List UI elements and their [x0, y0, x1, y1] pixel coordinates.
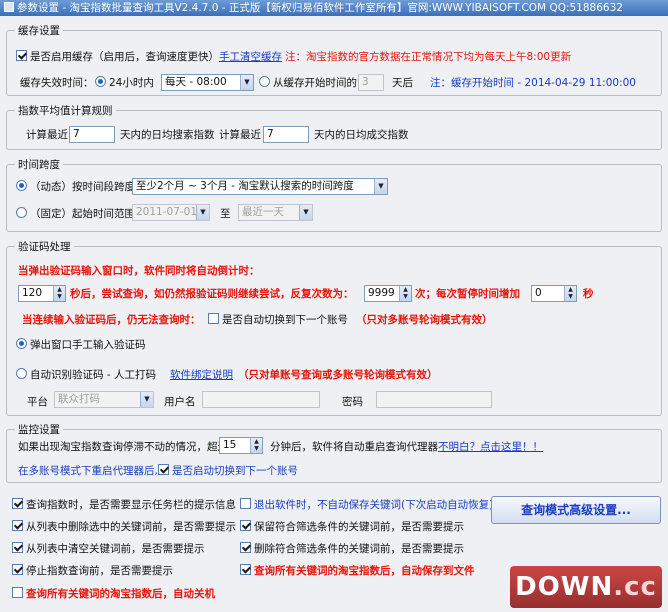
username-input[interactable] — [202, 391, 320, 408]
switch-account-checkbox[interactable]: 是否自动切换到下一个账号 — [208, 313, 348, 327]
watermark-logo: DOWN.cc — [510, 566, 662, 608]
username-label: 用户名 — [164, 396, 196, 408]
checkbox-box[interactable] — [12, 564, 23, 575]
advanced-query-settings-button[interactable]: 查询模式高级设置... — [491, 496, 661, 524]
countdown-seconds-input[interactable]: 120 ▲ ▼ — [18, 285, 66, 302]
checkbox-box[interactable] — [12, 520, 23, 531]
days-after-label: 天后 — [392, 77, 413, 89]
spin-arrows-icon[interactable]: ▲ ▼ — [399, 286, 411, 301]
dynamic-span-select[interactable]: 至少2个月 ~ 3个月 - 淘宝默认搜索的时间跨度 ▼ — [132, 178, 388, 195]
window-title: 参数设置 - 淘宝指数批量查询工具V2.4.7.0 - 正式版【新权归易佰软件工… — [17, 2, 623, 14]
app-icon — [4, 2, 14, 12]
switch-account-note: （只对多账号轮询模式有效） — [356, 314, 493, 326]
restart-switch-checkbox[interactable]: 是否启动切换到下一个账号 — [158, 464, 298, 478]
option-confirm-clear-list[interactable]: 从列表中清空关键词前，是否需要提示 — [12, 542, 205, 556]
increase-text: 次；每次暂停时间增加 — [415, 288, 520, 300]
checkbox-box[interactable] — [208, 313, 219, 324]
captcha-legend: 验证码处理 — [15, 239, 74, 254]
cache-legend: 缓存设置 — [15, 23, 63, 38]
fixed-span-radio[interactable]: （固定）起始时间范围 — [16, 207, 135, 221]
platform-select[interactable]: 联众打码 ▼ — [54, 391, 154, 408]
retry-count-input[interactable]: 9999 ▲ ▼ — [364, 285, 412, 302]
seconds-unit: 秒 — [583, 288, 594, 300]
spin-arrows-icon[interactable]: ▲ ▼ — [250, 438, 262, 453]
expire-label: 缓存失效时间： — [20, 77, 94, 89]
radio-dot[interactable] — [16, 180, 27, 191]
expire-days-input[interactable]: 3 — [358, 74, 384, 91]
monitor-text-after: 分钟后，软件将自动重启查询代理器 — [270, 441, 438, 453]
platform-label: 平台 — [27, 396, 48, 408]
multi-account-label: 在多账号模式下重启代理器后, — [18, 465, 158, 477]
clear-cache-link[interactable]: 手工清空缓存 — [219, 50, 282, 64]
monitor-help-link[interactable]: 不明白？点击这里！！ — [438, 440, 543, 454]
chevron-down-icon[interactable]: ▼ — [299, 205, 312, 220]
time-span-group: 时间跨度 — [6, 157, 662, 232]
checkbox-box[interactable] — [240, 520, 251, 531]
time-span-legend: 时间跨度 — [15, 157, 63, 172]
retry-text: 秒后，尝试查询，如仍然报验证码则继续尝试，反复次数为： — [70, 288, 354, 300]
option-no-autosave-on-exit[interactable]: 退出软件时，不自动保存关键词(下次启动自动恢复) — [240, 498, 493, 512]
monitor-text-before: 如果出现淘宝指数查询停滞不动的情况，超过 — [18, 441, 228, 453]
chevron-down-icon[interactable]: ▼ — [196, 205, 209, 220]
cache-update-note: 注：淘宝指数的官方数据在正常情况下均为每天上午8:00更新 — [285, 51, 572, 63]
password-input[interactable] — [376, 391, 492, 408]
option-show-tray-tip[interactable]: 查询指数时，是否需要显示任务栏的提示信息 — [12, 498, 236, 512]
checkbox-box[interactable] — [16, 50, 27, 61]
increase-seconds-input[interactable]: 0 ▲ ▼ — [531, 285, 577, 302]
fixed-to-select[interactable]: 最近一天 ▼ — [238, 204, 313, 221]
enable-cache-checkbox[interactable]: 是否启用缓存（启用后，查询速度更快） — [16, 50, 219, 64]
radio-dot[interactable] — [95, 76, 106, 87]
option-confirm-delete-filtered[interactable]: 删除符合筛选条件的关键词前，是否需要提示 — [240, 542, 464, 556]
deal-days-input[interactable]: 7 — [263, 126, 309, 143]
checkbox-box[interactable] — [158, 464, 169, 475]
option-shutdown-after-query[interactable]: 查询所有关键词的淘宝指数后，自动关机 — [12, 587, 215, 601]
manual-captcha-radio[interactable]: 弹出窗口手工输入验证码 — [16, 338, 146, 352]
calc-recent-label-2: 计算最近 — [219, 129, 261, 141]
radio-dot[interactable] — [259, 76, 270, 87]
captcha-intro: 当弹出验证码输入窗口时，软件同时将自动倒计时： — [18, 265, 260, 277]
auto-captcha-radio[interactable]: 自动识别验证码 - 人工打码 — [16, 368, 156, 382]
daily-time-select[interactable]: 每天 - 08:00 ▼ — [161, 74, 254, 91]
expire-24h-radio[interactable]: 24小时内 — [95, 76, 154, 90]
auto-captcha-note: （只对单账号查询或多账号轮询模式有效） — [238, 369, 438, 381]
checkbox-box[interactable] — [240, 498, 251, 509]
monitor-minutes-input[interactable]: 15 ▲ ▼ — [219, 437, 263, 454]
chevron-down-icon[interactable]: ▼ — [374, 179, 387, 194]
fail-text: 当连续输入验证码后，仍无法查询时： — [22, 314, 201, 326]
radio-dot[interactable] — [16, 368, 27, 379]
option-autosave-after-query[interactable]: 查询所有关键词的淘宝指数后，自动保存到文件 — [240, 564, 475, 578]
expire-from-start-radio[interactable]: 从缓存开始时间的 — [259, 76, 357, 90]
fixed-from-date[interactable]: 2011-07-01 ▼ — [132, 204, 210, 221]
radio-dot[interactable] — [16, 338, 27, 349]
checkbox-box[interactable] — [12, 542, 23, 553]
search-suffix-label: 天内的日均搜索指数 — [120, 129, 215, 141]
radio-dot[interactable] — [16, 207, 27, 218]
chevron-down-icon[interactable]: ▼ — [140, 392, 153, 407]
deal-suffix-label: 天内的日均成交指数 — [314, 129, 409, 141]
checkbox-box[interactable] — [240, 564, 251, 575]
monitor-legend: 监控设置 — [15, 422, 63, 437]
average-legend: 指数平均值计算规则 — [15, 103, 116, 118]
option-confirm-keep-filtered[interactable]: 保留符合筛选条件的关键词前，是否需要提示 — [240, 520, 464, 534]
window-titlebar: 参数设置 - 淘宝指数批量查询工具V2.4.7.0 - 正式版【新权归易佰软件工… — [0, 0, 668, 16]
dynamic-span-radio[interactable]: （动态）按时间段跨度 — [16, 180, 135, 194]
chevron-down-icon[interactable]: ▼ — [240, 75, 253, 90]
calc-recent-label-1: 计算最近 — [26, 129, 68, 141]
spin-arrows-icon[interactable]: ▲ ▼ — [53, 286, 65, 301]
password-label: 密码 — [342, 396, 363, 408]
binding-help-link[interactable]: 软件绑定说明 — [170, 368, 233, 382]
option-confirm-delete-selected[interactable]: 从列表中删除选中的关键词前，是否需要提示 — [12, 520, 236, 534]
cache-start-note: 注：缓存开始时间 - 2014-04-29 11:00:00 — [430, 77, 636, 89]
checkbox-box[interactable] — [240, 542, 251, 553]
option-confirm-stop-query[interactable]: 停止指数查询前，是否需要提示 — [12, 564, 173, 578]
checkbox-box[interactable] — [12, 498, 23, 509]
to-label: 至 — [220, 208, 231, 220]
search-days-input[interactable]: 7 — [69, 126, 115, 143]
spin-arrows-icon[interactable]: ▲ ▼ — [564, 286, 576, 301]
checkbox-box[interactable] — [12, 587, 23, 598]
